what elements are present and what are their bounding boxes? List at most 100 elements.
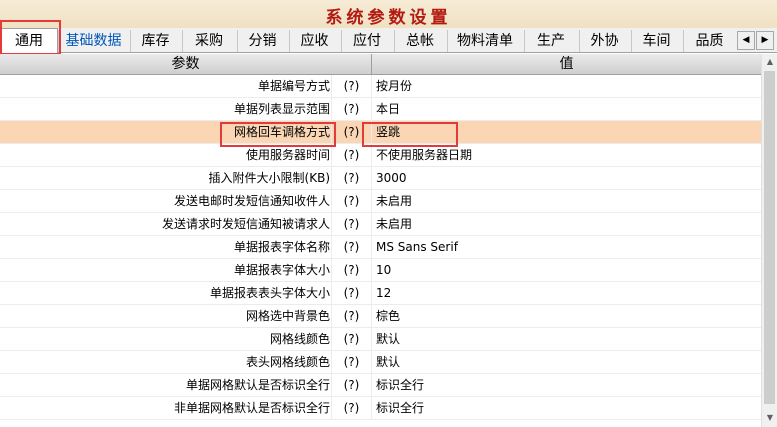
table-row[interactable]: 单据报表字体大小 (?) 10 <box>0 259 761 282</box>
param-value[interactable]: 竖跳 <box>372 121 761 143</box>
param-value[interactable]: 标识全行 <box>372 374 761 396</box>
param-name: 网格选中背景色 <box>0 305 332 327</box>
param-name: 单据报表字体名称 <box>0 236 332 258</box>
param-value[interactable]: 12 <box>372 282 761 304</box>
param-name: 非单据网格默认是否标识全行 <box>0 397 332 419</box>
param-value[interactable]: 默认 <box>372 351 761 373</box>
table-row[interactable]: 插入附件大小限制(KB) (?) 3000 <box>0 167 761 190</box>
tab-inventory[interactable]: 库存 <box>130 30 180 52</box>
help-link[interactable]: (?) <box>332 98 372 120</box>
table-row[interactable]: 非单据网格默认是否标识全行 (?) 标识全行 <box>0 397 761 420</box>
param-value[interactable]: 3000 <box>372 167 761 189</box>
vertical-scrollbar[interactable]: ▲ ▼ <box>761 54 777 427</box>
tab-distribution[interactable]: 分销 <box>237 30 287 52</box>
help-link[interactable]: (?) <box>332 144 372 166</box>
param-value[interactable]: 10 <box>372 259 761 281</box>
tab-workshop[interactable]: 车间 <box>631 30 681 52</box>
tab-quality[interactable]: 品质 <box>683 30 735 52</box>
tab-scroll-right-button[interactable]: ▶ <box>756 31 774 50</box>
table-row[interactable]: 单据报表字体名称 (?) MS Sans Serif <box>0 236 761 259</box>
param-value[interactable]: 未启用 <box>372 190 761 212</box>
column-header-value[interactable]: 值 <box>372 54 761 74</box>
help-link[interactable]: (?) <box>332 305 372 327</box>
param-name: 网格线颜色 <box>0 328 332 350</box>
param-name: 单据网格默认是否标识全行 <box>0 374 332 396</box>
tab-label: 采购 <box>195 33 223 49</box>
table-row[interactable]: 表头网格线颜色 (?) 默认 <box>0 351 761 374</box>
tab-label: 物料清单 <box>457 33 513 49</box>
help-link[interactable]: (?) <box>332 282 372 304</box>
help-link[interactable]: (?) <box>332 328 372 350</box>
parameter-grid: 单据编号方式 (?) 按月份 单据列表显示范围 (?) 本日 网格回车调格方式 (?) 竖跳… <box>0 75 761 420</box>
table-row[interactable]: 网格选中背景色 (?) 棕色 <box>0 305 761 328</box>
scroll-down-button[interactable]: ▼ <box>762 410 777 426</box>
help-link[interactable]: (?) <box>332 190 372 212</box>
table-row[interactable]: 发送电邮时发短信通知收件人 (?) 未启用 <box>0 190 761 213</box>
param-value[interactable]: 未启用 <box>372 213 761 235</box>
param-value[interactable]: 标识全行 <box>372 397 761 419</box>
arrow-right-icon: ▶ <box>761 35 769 45</box>
help-link[interactable]: (?) <box>332 236 372 258</box>
param-name: 发送电邮时发短信通知收件人 <box>0 190 332 212</box>
tab-label: 分销 <box>248 33 277 49</box>
tab-label: 总帐 <box>406 33 434 49</box>
arrow-up-icon: ▲ <box>766 57 774 66</box>
tab-label: 生产 <box>537 33 565 49</box>
column-header-param[interactable]: 参数 <box>0 54 372 74</box>
param-name: 插入附件大小限制(KB) <box>0 167 332 189</box>
tab-label: 基础数据 <box>65 33 122 49</box>
tab-payable[interactable]: 应付 <box>341 30 392 52</box>
scroll-thumb[interactable] <box>764 71 775 404</box>
tab-production[interactable]: 生产 <box>524 30 577 52</box>
param-name: 使用服务器时间 <box>0 144 332 166</box>
table-row[interactable]: 单据编号方式 (?) 按月份 <box>0 75 761 98</box>
tab-label: 应付 <box>353 33 381 49</box>
tab-label: 车间 <box>642 33 671 49</box>
param-value[interactable]: MS Sans Serif <box>372 236 761 258</box>
table-row[interactable]: 使用服务器时间 (?) 不使用服务器日期 <box>0 144 761 167</box>
param-name: 单据报表表头字体大小 <box>0 282 332 304</box>
param-value[interactable]: 不使用服务器日期 <box>372 144 761 166</box>
param-name: 单据列表显示范围 <box>0 98 332 120</box>
param-value[interactable]: 按月份 <box>372 75 761 97</box>
table-row[interactable]: 发送请求时发短信通知被请求人 (?) 未启用 <box>0 213 761 236</box>
help-link[interactable]: (?) <box>332 213 372 235</box>
param-name: 网格回车调格方式 <box>0 121 332 143</box>
tab-label: 通用 <box>15 33 43 49</box>
tab-label: 应收 <box>300 33 329 49</box>
help-link[interactable]: (?) <box>332 397 372 419</box>
help-link[interactable]: (?) <box>332 167 372 189</box>
param-name: 发送请求时发短信通知被请求人 <box>0 213 332 235</box>
scroll-up-button[interactable]: ▲ <box>762 54 777 70</box>
param-value[interactable]: 本日 <box>372 98 761 120</box>
tab-general[interactable]: 通用 <box>0 28 58 53</box>
table-row[interactable]: 单据网格默认是否标识全行 (?) 标识全行 <box>0 374 761 397</box>
param-value[interactable]: 棕色 <box>372 305 761 327</box>
table-row[interactable]: 单据报表表头字体大小 (?) 12 <box>0 282 761 305</box>
tab-label: 库存 <box>141 33 170 49</box>
table-row[interactable]: 网格线颜色 (?) 默认 <box>0 328 761 351</box>
param-name: 表头网格线颜色 <box>0 351 332 373</box>
table-row[interactable]: 单据列表显示范围 (?) 本日 <box>0 98 761 121</box>
tab-receivable[interactable]: 应收 <box>289 30 339 52</box>
help-link[interactable]: (?) <box>332 351 372 373</box>
param-value[interactable]: 默认 <box>372 328 761 350</box>
help-link[interactable]: (?) <box>332 374 372 396</box>
arrow-left-icon: ◀ <box>742 35 750 45</box>
tab-scroll-left-button[interactable]: ◀ <box>737 31 755 50</box>
help-link[interactable]: (?) <box>332 75 372 97</box>
tab-basic-data[interactable]: 基础数据 <box>58 30 128 52</box>
tab-general-ledger[interactable]: 总帐 <box>394 30 445 52</box>
param-name: 单据报表字体大小 <box>0 259 332 281</box>
help-link[interactable]: (?) <box>332 259 372 281</box>
tab-strip: 通用 基础数据 库存 采购 分销 应收 应付 总帐 物料清单 生产 外协 车间 … <box>0 28 777 53</box>
grid-header: 参数 值 <box>0 54 761 75</box>
tab-label: 外协 <box>590 33 619 49</box>
table-row-selected[interactable]: 网格回车调格方式 (?) 竖跳 <box>0 121 761 144</box>
help-link[interactable]: (?) <box>332 121 372 143</box>
tab-bom[interactable]: 物料清单 <box>447 30 522 52</box>
param-name: 单据编号方式 <box>0 75 332 97</box>
title-bar: 系统参数设置 <box>0 0 777 28</box>
tab-purchase[interactable]: 采购 <box>182 30 235 52</box>
tab-outsourcing[interactable]: 外协 <box>579 30 629 52</box>
